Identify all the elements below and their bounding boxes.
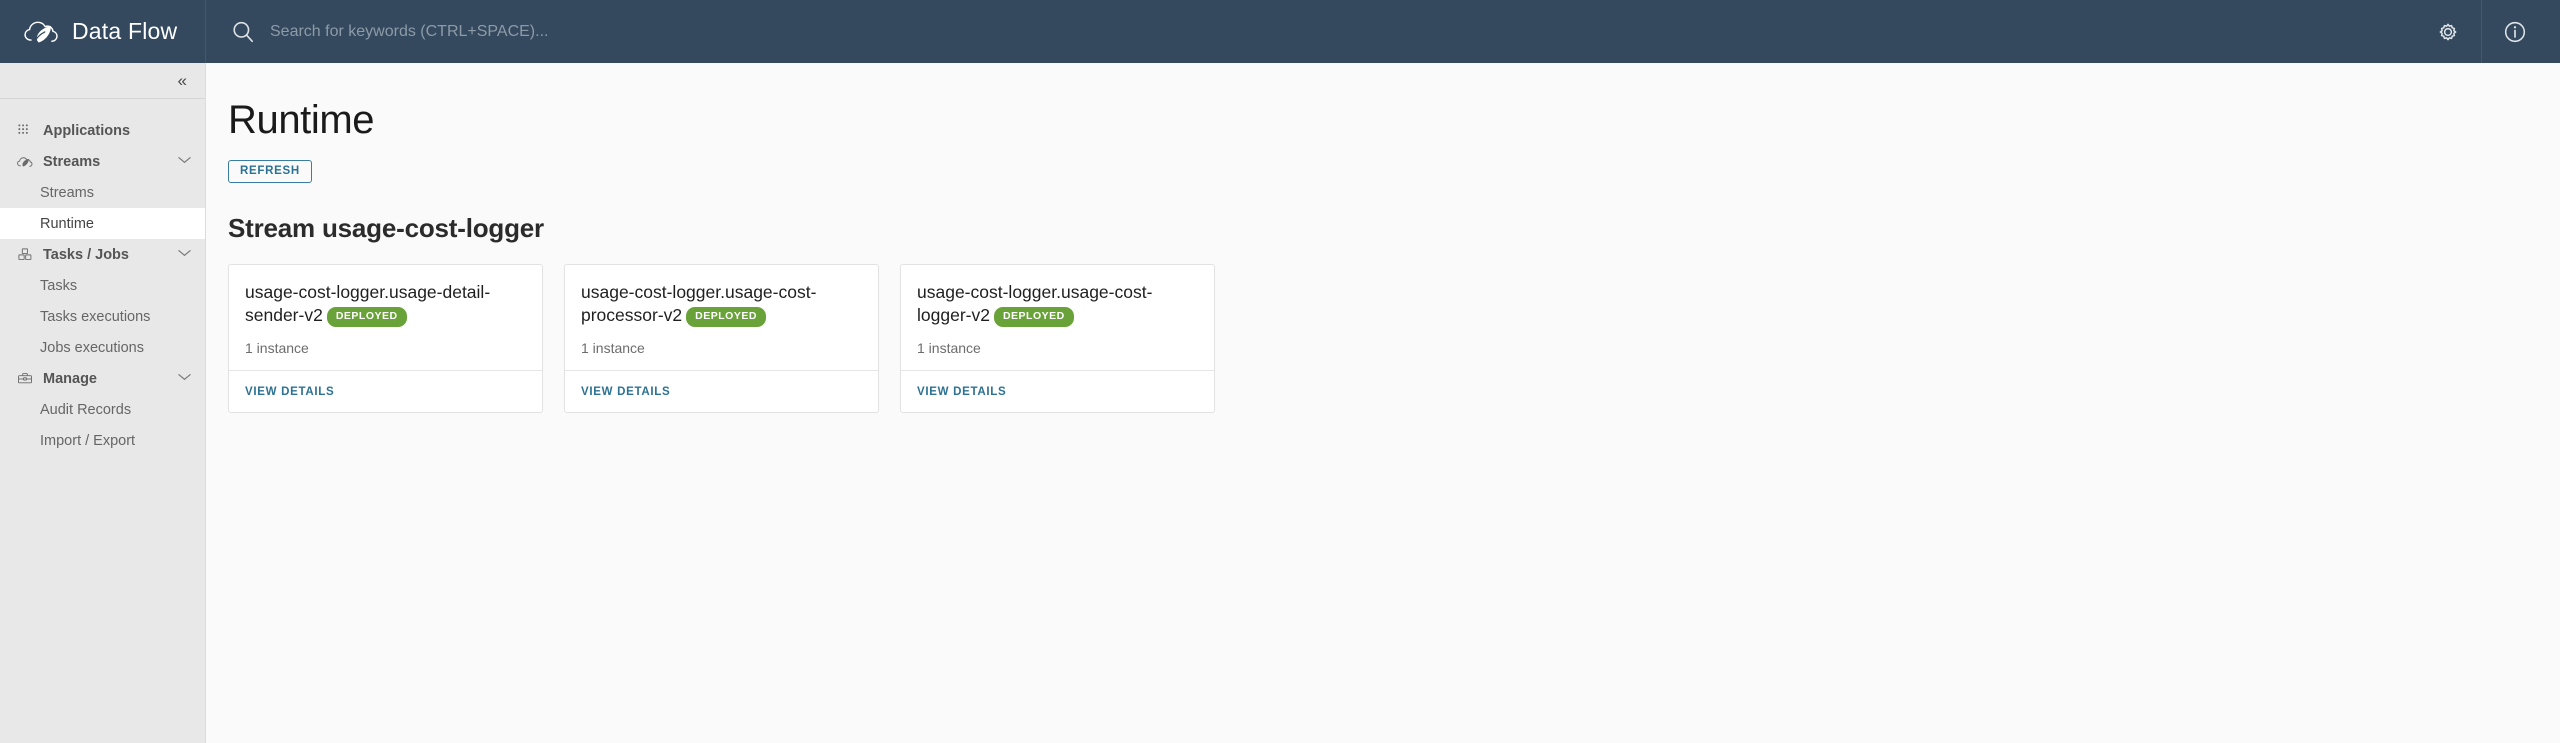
about-button[interactable] [2492, 9, 2538, 55]
status-badge: DEPLOYED [326, 307, 407, 328]
sidebar-item-tasks-executions[interactable]: Tasks executions [0, 301, 205, 332]
card-title: usage-cost-logger.usage-cost-processor-v… [581, 281, 862, 328]
refresh-button[interactable]: REFRESH [228, 160, 312, 183]
search-icon[interactable] [230, 19, 256, 45]
sidebar-label-tasks-executions: Tasks executions [40, 308, 151, 325]
card-footer: VIEW DETAILS [565, 369, 878, 412]
sidebar-item-applications[interactable]: Applications [0, 115, 205, 146]
page-title: Runtime [228, 98, 375, 142]
sidebar-label-audit-records: Audit Records [40, 401, 132, 418]
view-details-link[interactable]: VIEW DETAILS [917, 386, 1006, 398]
main-content: Runtime REFRESH Stream usage-cost-logger… [206, 63, 2560, 743]
gear-icon [2439, 23, 2457, 40]
sidebar-label-jobs-executions: Jobs executions [40, 339, 144, 356]
sidebar-collapse-button[interactable]: « [0, 63, 205, 99]
card-body: usage-cost-logger.usage-cost-processor-v… [565, 265, 878, 370]
sidebar-nav: Applications Streams Streams Runtime Tas… [0, 99, 205, 456]
sidebar-item-streams-runtime[interactable]: Runtime [0, 208, 205, 239]
card-title: usage-cost-logger.usage-cost-logger-v2 DE… [917, 281, 1198, 328]
status-badge: DEPLOYED [993, 307, 1074, 328]
sidebar-label-streams: Streams [43, 153, 101, 170]
sidebar-item-import-export[interactable]: Import / Export [0, 425, 205, 456]
spring-cloud-leaf-logo [24, 21, 58, 42]
runtime-app-card: usage-cost-logger.usage-cost-processor-v… [564, 264, 879, 413]
brand-title: Data Flow [72, 18, 178, 44]
card-instance-count: 1 instance [581, 339, 645, 356]
sidebar-item-manage[interactable]: Manage [0, 363, 205, 394]
sidebar-label-applications: Applications [43, 122, 131, 139]
chevron-down-icon[interactable] [178, 373, 191, 384]
runtime-app-card: usage-cost-logger.usage-detail-sender-v2… [228, 264, 543, 413]
stream-section-title: Stream usage-cost-logger [228, 213, 544, 243]
app-body: « Applications Streams Streams Runtime T… [0, 63, 2560, 743]
sidebar-item-jobs-executions[interactable]: Jobs executions [0, 332, 205, 363]
card-instance-count: 1 instance [917, 339, 981, 356]
sidebar-label-streams-runtime: Runtime [40, 215, 94, 232]
briefcase-icon [16, 370, 33, 387]
info-circle-icon [2504, 21, 2526, 42]
brand[interactable]: Data Flow [0, 0, 206, 63]
card-footer: VIEW DETAILS [901, 369, 1214, 412]
card-body: usage-cost-logger.usage-cost-logger-v2 DE… [901, 265, 1214, 370]
grid-dots-icon [16, 122, 33, 139]
runtime-app-card-list: usage-cost-logger.usage-detail-sender-v2… [228, 264, 2560, 413]
header-divider [2481, 0, 2482, 63]
view-details-link[interactable]: VIEW DETAILS [245, 386, 334, 398]
card-title: usage-cost-logger.usage-detail-sender-v2… [245, 281, 526, 328]
header-actions [2425, 0, 2560, 63]
sidebar-item-tasks[interactable]: Tasks [0, 270, 205, 301]
runtime-app-card: usage-cost-logger.usage-cost-logger-v2 DE… [900, 264, 1215, 413]
card-instance-count: 1 instance [245, 339, 309, 356]
sidebar-item-streams-streams[interactable]: Streams [0, 177, 205, 208]
chevron-double-left-icon: « [177, 71, 187, 90]
view-details-link[interactable]: VIEW DETAILS [581, 386, 670, 398]
search-bar[interactable] [206, 0, 2425, 63]
card-body: usage-cost-logger.usage-detail-sender-v2… [229, 265, 542, 370]
settings-button[interactable] [2425, 9, 2471, 55]
app-header: Data Flow [0, 0, 2560, 63]
sidebar-label-streams-streams: Streams [40, 184, 94, 201]
sidebar-label-tasks-jobs: Tasks / Jobs [43, 246, 129, 263]
chevron-down-icon[interactable] [178, 156, 191, 167]
sidebar-item-audit-records[interactable]: Audit Records [0, 394, 205, 425]
sidebar-item-streams[interactable]: Streams [0, 146, 205, 177]
search-input[interactable] [270, 22, 910, 41]
boxes-icon [16, 246, 33, 263]
chevron-down-icon[interactable] [178, 249, 191, 260]
sidebar-label-import-export: Import / Export [40, 432, 136, 449]
sidebar-label-tasks: Tasks [40, 277, 78, 294]
status-badge: DEPLOYED [686, 307, 766, 328]
cloud-leaf-icon [16, 153, 33, 170]
sidebar: « Applications Streams Streams Runtime T… [0, 63, 206, 743]
sidebar-item-tasks-jobs[interactable]: Tasks / Jobs [0, 239, 205, 270]
sidebar-label-manage: Manage [43, 370, 97, 387]
card-footer: VIEW DETAILS [229, 369, 542, 412]
